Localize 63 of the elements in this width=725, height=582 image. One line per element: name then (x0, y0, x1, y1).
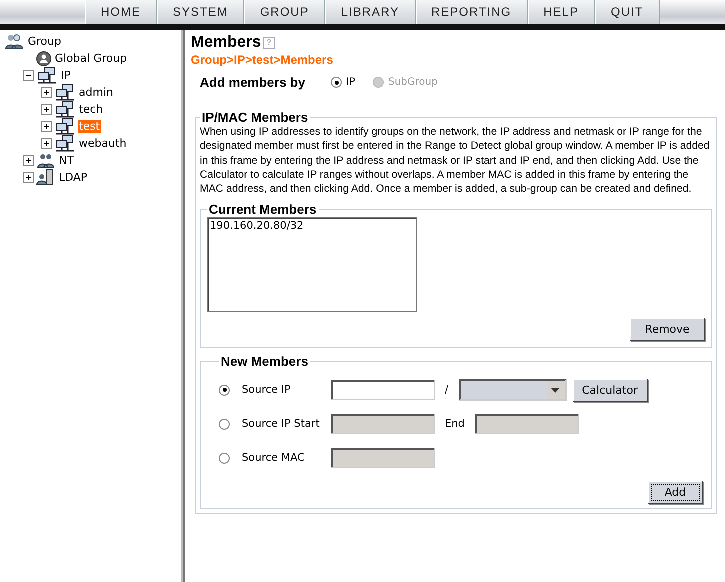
plus-icon (42, 122, 51, 131)
panel-title: IP/MAC Members (201, 110, 310, 125)
computers-icon (36, 66, 58, 84)
plus-icon (42, 88, 51, 97)
tree-item[interactable]: Group (27, 35, 62, 48)
description-text: When using IP addresses to identify groups on the network, the IP address and netmask or IP range for the designated member must first be entered in the Range to Detect global group window. A member IP is added in this frame by entering the IP address and netmask or IP start and IP end, and then clicking Add. Use the Calculator to calculate IP ranges without overlaps. A member MAC is added in this frame by entering the MAC address, and then clicking Add. Once a member is added, a sub-group can be created and defined. (200, 125, 711, 196)
computers-icon (54, 118, 76, 136)
radio-button[interactable] (219, 452, 230, 464)
tree-item[interactable]: LDAP (58, 171, 89, 184)
nav-menu-item[interactable]: HOME (85, 0, 157, 24)
separator-text: End (445, 418, 465, 430)
server-person-icon (36, 168, 56, 186)
nav-menu-item[interactable]: HELP (528, 0, 595, 24)
nav-menu-item[interactable]: QUIT (594, 0, 660, 24)
people-icon (5, 34, 25, 50)
list-item[interactable]: 190.160.20.80/32 (210, 220, 414, 232)
tree-item[interactable]: NT (58, 154, 75, 167)
input-field[interactable] (331, 380, 435, 400)
radio-button[interactable] (219, 418, 230, 430)
panel-title: Current Members (208, 202, 318, 218)
field-label: Source IP Start (242, 418, 321, 430)
tree-item[interactable]: tech (78, 103, 104, 116)
page-title: Members (191, 34, 262, 52)
computers-icon (54, 134, 76, 152)
calculator-button[interactable]: Calculator (572, 378, 648, 402)
people-icon (36, 152, 56, 168)
panel-title: New Members (220, 354, 310, 370)
expand-toggle[interactable] (41, 87, 52, 98)
nav-menu-item[interactable]: LIBRARY (325, 0, 416, 24)
dropdown-arrow-icon (551, 388, 560, 393)
tree-item[interactable]: admin (78, 86, 114, 99)
expand-toggle[interactable] (23, 155, 34, 166)
expand-toggle[interactable] (23, 172, 34, 183)
radio-button[interactable] (219, 384, 230, 396)
add-members-label: Add members by (200, 75, 306, 90)
expand-toggle[interactable] (41, 121, 52, 132)
expand-toggle[interactable] (41, 138, 52, 149)
netmask-dropdown[interactable] (458, 379, 567, 402)
remove-button[interactable]: Remove (630, 318, 705, 342)
nav-menu-item[interactable]: REPORTING (416, 0, 528, 24)
collapse-toggle[interactable] (23, 70, 34, 81)
add-button[interactable]: Add (648, 481, 703, 504)
plus-icon (24, 173, 33, 182)
plus-icon (24, 156, 33, 165)
plus-icon (42, 105, 51, 114)
radio-label: SubGroup (388, 77, 438, 88)
tree-item[interactable]: IP (60, 69, 72, 82)
plus-icon (42, 139, 51, 148)
radio-button[interactable] (331, 77, 342, 88)
person-circle-icon (36, 50, 52, 66)
tree-item[interactable]: webauth (78, 137, 128, 150)
radio-label: IP (346, 77, 356, 88)
nav-menu-item[interactable]: GROUP (244, 0, 326, 24)
members-list[interactable]: 190.160.20.80/32 (207, 217, 417, 312)
field-label: Source IP (242, 384, 292, 396)
separator-text: / (445, 384, 449, 396)
nav-menu-item[interactable]: SYSTEM (157, 0, 244, 24)
breadcrumb: Group>IP>test>Members (191, 53, 334, 67)
computers-icon (54, 100, 76, 118)
field-label: Source MAC (242, 452, 306, 464)
computers-icon (54, 84, 76, 102)
expand-toggle[interactable] (41, 104, 52, 115)
tree-item[interactable]: Global Group (54, 52, 128, 65)
